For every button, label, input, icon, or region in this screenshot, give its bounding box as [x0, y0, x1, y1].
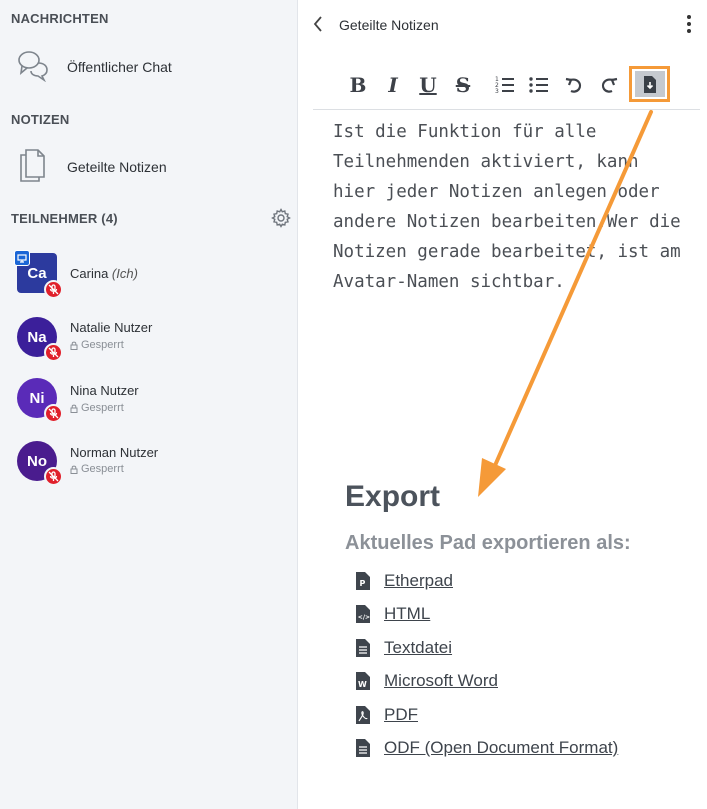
- more-options-icon[interactable]: [684, 15, 694, 35]
- svg-text:W: W: [358, 680, 367, 689]
- participants-section-title: TEILNEHMER (4): [11, 211, 118, 226]
- export-word-label[interactable]: Microsoft Word: [384, 671, 498, 691]
- export-odf-label[interactable]: ODF (Open Document Format): [384, 738, 618, 758]
- notes-section-title: NOTIZEN: [11, 112, 70, 127]
- export-html-label[interactable]: HTML: [384, 604, 430, 624]
- bullet-list-button[interactable]: [525, 70, 553, 100]
- export-pdf-label[interactable]: PDF: [384, 705, 418, 725]
- panel-title: Geteilte Notizen: [339, 17, 439, 33]
- shared-notes-label: Geteilte Notizen: [67, 159, 167, 175]
- underline-button[interactable]: U: [414, 70, 442, 100]
- undo-icon: [565, 77, 582, 93]
- file-download-icon: [643, 75, 656, 93]
- bold-button[interactable]: B: [344, 70, 372, 100]
- lock-icon: [70, 404, 78, 413]
- export-word-link[interactable]: W Microsoft Word: [356, 670, 498, 692]
- sidebar: NACHRICHTEN Öffentlicher Chat NOTIZEN Ge…: [0, 0, 298, 809]
- sidebar-item-shared-notes[interactable]: Geteilte Notizen: [0, 144, 297, 190]
- italic-button[interactable]: I: [379, 70, 407, 100]
- etherpad-file-icon: P: [356, 572, 370, 590]
- ordered-list-icon: 123: [495, 76, 514, 94]
- pdf-file-icon: [356, 706, 370, 724]
- lock-icon: [70, 341, 78, 350]
- gear-icon[interactable]: [271, 208, 291, 228]
- odf-file-icon: [356, 739, 370, 757]
- participant-name: Natalie Nutzer: [70, 320, 153, 335]
- participant-status: Gesperrt: [70, 339, 124, 351]
- export-html-link[interactable]: </> HTML: [356, 603, 430, 625]
- svg-text:</>: </>: [358, 614, 370, 621]
- presenter-icon: [14, 250, 30, 266]
- pad-editor-text[interactable]: Ist die Funktion für alle Teilnehmenden …: [333, 117, 683, 297]
- export-etherpad-label[interactable]: Etherpad: [384, 571, 453, 591]
- export-subtitle: Aktuelles Pad exportieren als:: [345, 532, 631, 554]
- svg-text:3: 3: [495, 88, 499, 94]
- export-pdf-link[interactable]: PDF: [356, 704, 418, 726]
- muted-microphone-icon: [44, 343, 63, 362]
- bullet-list-icon: [529, 77, 548, 93]
- participant-item[interactable]: Ca Carina (Ich): [0, 247, 297, 303]
- back-chevron-icon[interactable]: [312, 15, 324, 38]
- participant-status: Gesperrt: [70, 402, 124, 414]
- redo-icon: [601, 77, 618, 93]
- lock-icon: [70, 465, 78, 474]
- participant-item[interactable]: Na Natalie Nutzer Gesperrt: [0, 312, 297, 368]
- html-file-icon: </>: [356, 605, 370, 623]
- participant-name: Norman Nutzer: [70, 445, 159, 460]
- export-title: Export: [345, 480, 441, 513]
- chat-bubbles-icon: [16, 48, 50, 87]
- muted-microphone-icon: [44, 280, 63, 299]
- word-file-icon: W: [356, 672, 370, 690]
- toolbar-divider: [313, 109, 700, 110]
- redo-button[interactable]: [595, 70, 623, 100]
- public-chat-label: Öffentlicher Chat: [67, 59, 172, 75]
- participant-item[interactable]: Ni Nina Nutzer Gesperrt: [0, 375, 297, 431]
- muted-microphone-icon: [44, 467, 63, 486]
- participant-name: Carina (Ich): [70, 266, 138, 281]
- sidebar-item-public-chat[interactable]: Öffentlicher Chat: [0, 44, 297, 90]
- text-file-icon: [356, 639, 370, 657]
- muted-microphone-icon: [44, 404, 63, 423]
- participant-status: Gesperrt: [70, 463, 124, 475]
- export-text-label[interactable]: Textdatei: [384, 638, 452, 658]
- participant-item[interactable]: No Norman Nutzer Gesperrt: [0, 437, 297, 493]
- strikethrough-button[interactable]: S: [449, 70, 477, 100]
- svg-text:P: P: [360, 579, 366, 588]
- participant-name: Nina Nutzer: [70, 383, 139, 398]
- export-button[interactable]: [629, 66, 670, 102]
- undo-button[interactable]: [560, 70, 588, 100]
- ordered-list-button[interactable]: 123: [491, 70, 519, 100]
- messages-section-title: NACHRICHTEN: [11, 11, 109, 26]
- export-text-link[interactable]: Textdatei: [356, 637, 452, 659]
- notes-document-icon: [18, 147, 46, 188]
- export-etherpad-link[interactable]: P Etherpad: [356, 570, 453, 592]
- export-odf-link[interactable]: ODF (Open Document Format): [356, 737, 618, 759]
